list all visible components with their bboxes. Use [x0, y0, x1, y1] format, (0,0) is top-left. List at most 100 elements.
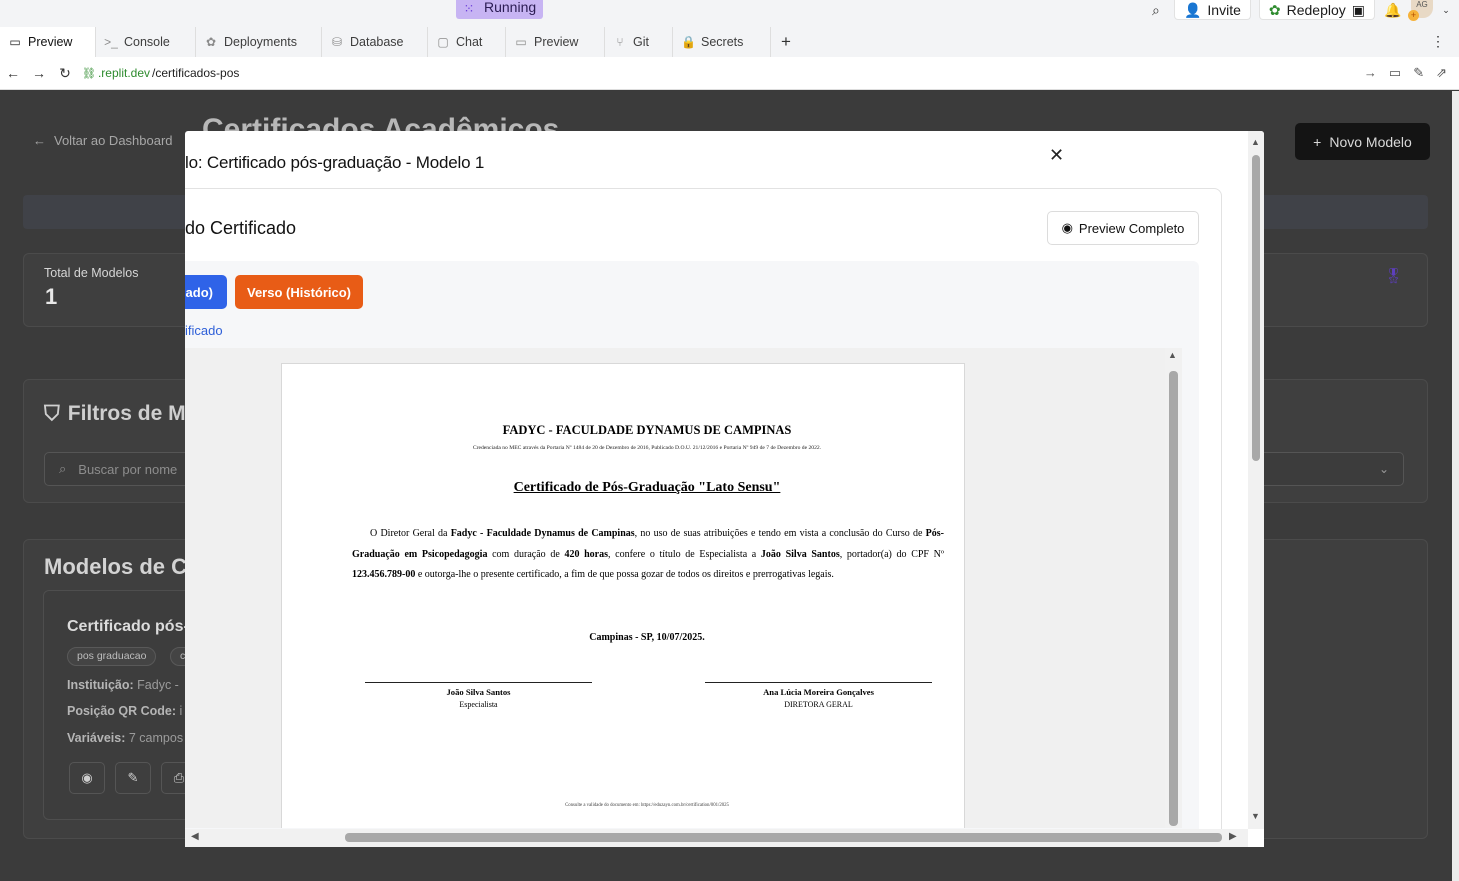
body-text: , portador(a) do CPF Nº — [839, 548, 944, 560]
wrench-icon[interactable]: ✎ — [1413, 65, 1424, 81]
tab-label: Preview — [534, 35, 579, 49]
printer-icon: ⎙ — [173, 770, 185, 785]
filters-title-text: Filtros de M — [67, 402, 186, 425]
tab-secrets[interactable]: 🔒 Secrets — [673, 27, 771, 57]
signature-director: Ana Lúcia Moreira Gonçalves DIRETORA GER… — [705, 682, 932, 709]
bell-icon[interactable]: 🔔 — [1383, 0, 1403, 20]
document-scrollbar[interactable]: ▲ — [1165, 348, 1182, 828]
certificate-institution: FADYC - FACULDADE DYNAMUS DE CAMPINAS — [502, 423, 792, 437]
front-side-button[interactable]: ado) — [185, 275, 227, 309]
back-to-dashboard-link[interactable]: ← Voltar ao Dashboard — [33, 133, 173, 148]
invite-label: Invite — [1207, 1, 1241, 18]
view-button[interactable]: ◉ — [69, 762, 105, 794]
body-bold: João Silva Santos — [760, 548, 840, 560]
tab-database[interactable]: ⛁ Database — [322, 27, 428, 57]
devices-icon[interactable]: ▭ — [1389, 65, 1401, 81]
scroll-right-icon[interactable]: ▶ — [1229, 831, 1237, 842]
scroll-thumb[interactable] — [1169, 371, 1178, 826]
more-vertical-icon[interactable]: ⋮ — [1431, 33, 1445, 50]
tab-git[interactable]: ⑂ Git — [605, 27, 673, 57]
certificate-place-date: Campinas - SP, 10/07/2025. — [589, 632, 705, 643]
reload-icon[interactable]: ↻ — [52, 65, 78, 82]
edit-icon: ✎ — [127, 770, 139, 785]
page-scrollbar[interactable] — [1452, 91, 1459, 881]
avatar[interactable]: AG + — [1408, 0, 1433, 21]
tab-label: Chat — [456, 35, 483, 49]
tab-preview[interactable]: ▭ Preview — [0, 27, 96, 57]
preview-full-label: Preview Completo — [1078, 220, 1185, 236]
go-arrow-icon[interactable]: → — [1364, 65, 1377, 81]
scroll-up-icon[interactable]: ▲ — [1251, 137, 1260, 147]
signature-name: Ana Lúcia Moreira Gonçalves — [763, 687, 874, 697]
meta-value: 7 campos — [128, 731, 184, 745]
tab-label: Secrets — [701, 35, 744, 49]
certificate-link[interactable]: ificado — [185, 323, 223, 338]
chevron-down-icon: ⌄ — [1378, 462, 1389, 476]
body-text: O Diretor Geral da — [370, 528, 451, 539]
scroll-thumb[interactable] — [1252, 155, 1260, 461]
signature-name: João Silva Santos — [446, 687, 511, 697]
tab-preview-2[interactable]: ▭ Preview — [506, 27, 605, 57]
forward-arrow-icon[interactable]: → — [26, 65, 52, 81]
url-field[interactable]: ⛓ .replit.dev/certificados-pos — [82, 66, 239, 80]
scroll-left-icon[interactable]: ◀ — [191, 831, 199, 842]
document-viewport: FADYC - FACULDADE DYNAMUS DE CAMPINAS Cr… — [185, 348, 1182, 828]
signature-holder: João Silva Santos Especialista — [365, 682, 592, 709]
new-model-label: Novo Modelo — [1329, 133, 1412, 150]
add-tab-button[interactable]: + — [771, 27, 801, 57]
model-tag: pos graduacao — [67, 647, 157, 666]
tab-deployments[interactable]: ✿ Deployments — [196, 27, 322, 57]
chevron-down-icon[interactable]: ⌄ — [1441, 0, 1451, 20]
run-status-pill[interactable]: ⁙ Running — [456, 0, 544, 19]
arrow-left-icon: ← — [33, 133, 46, 148]
link-icon: ⛓ — [82, 67, 96, 80]
back-label: Voltar ao Dashboard — [54, 133, 173, 148]
eye-icon: ◉ — [1061, 220, 1073, 235]
meta-value: Fadyc - — [137, 678, 179, 692]
model-variables: Variáveis: 7 campos — [67, 731, 183, 745]
model-qr-position: Posição QR Code: i — [67, 704, 182, 718]
lock-icon: 🔒 — [681, 35, 696, 49]
preview-full-button[interactable]: ◉ Preview Completo — [1047, 211, 1199, 245]
model-title: Certificado pós- — [67, 618, 189, 635]
tab-label: Console — [124, 35, 170, 49]
stat-label: Total de Modelos — [44, 266, 139, 280]
modal-vertical-scrollbar[interactable]: ▲ ▼ — [1248, 131, 1264, 829]
body-bold: 420 horas — [564, 548, 608, 560]
signature-line — [365, 682, 592, 683]
body-bold: Fadyc - Faculdade Dynamus de Campinas — [450, 528, 635, 539]
search-icon: ⌕ — [59, 461, 67, 476]
monitor-icon: ▭ — [515, 35, 527, 49]
scroll-up-icon[interactable]: ▲ — [1168, 350, 1177, 360]
invite-button[interactable]: 👤 Invite — [1173, 0, 1251, 20]
search-icon[interactable]: ⌕ — [1146, 0, 1166, 20]
filter-icon: ⛉ — [44, 402, 60, 425]
run-status-label: Running — [482, 0, 544, 19]
certificate-accreditation: Credenciada no MEC através da Portaria N… — [472, 445, 822, 451]
deploy-icon: ✿ — [205, 35, 217, 49]
close-icon[interactable]: ✕ — [1049, 145, 1064, 166]
body-text: e outorga-lhe o presente certificado, a … — [415, 569, 834, 581]
award-icon: 🎖 — [1383, 268, 1403, 285]
back-side-button[interactable]: Verso (Histórico) — [235, 275, 363, 309]
tab-chat[interactable]: ▢ Chat — [428, 27, 506, 57]
front-label: ado) — [185, 284, 213, 300]
modal-horizontal-scrollbar[interactable]: ◀ ▶ — [185, 829, 1248, 847]
body-bold: 123.456.789-00 — [352, 569, 416, 581]
terminal-icon: >_ — [104, 35, 118, 49]
tab-label: Deployments — [224, 35, 297, 49]
scroll-thumb[interactable] — [345, 833, 1222, 842]
search-placeholder: Buscar por nome — [78, 461, 178, 477]
new-model-button[interactable]: + Novo Modelo — [1295, 123, 1430, 160]
external-link-icon[interactable]: ⇗ — [1436, 65, 1447, 81]
running-icon: ⁙ — [456, 0, 482, 19]
copy-icon: ▣ — [1351, 1, 1365, 18]
back-arrow-icon[interactable]: ← — [0, 65, 26, 81]
redeploy-button[interactable]: ✿ Redeploy ▣ — [1258, 0, 1375, 20]
model-institution: Instituição: Fadyc - — [67, 678, 179, 692]
back-side-label: Verso (Histórico) — [246, 284, 352, 300]
tab-console[interactable]: >_ Console — [96, 27, 196, 57]
scroll-down-icon[interactable]: ▼ — [1251, 811, 1260, 821]
modal-title: lo: Certificado pós-graduação - Modelo 1 — [185, 153, 485, 172]
edit-button[interactable]: ✎ — [115, 762, 151, 794]
